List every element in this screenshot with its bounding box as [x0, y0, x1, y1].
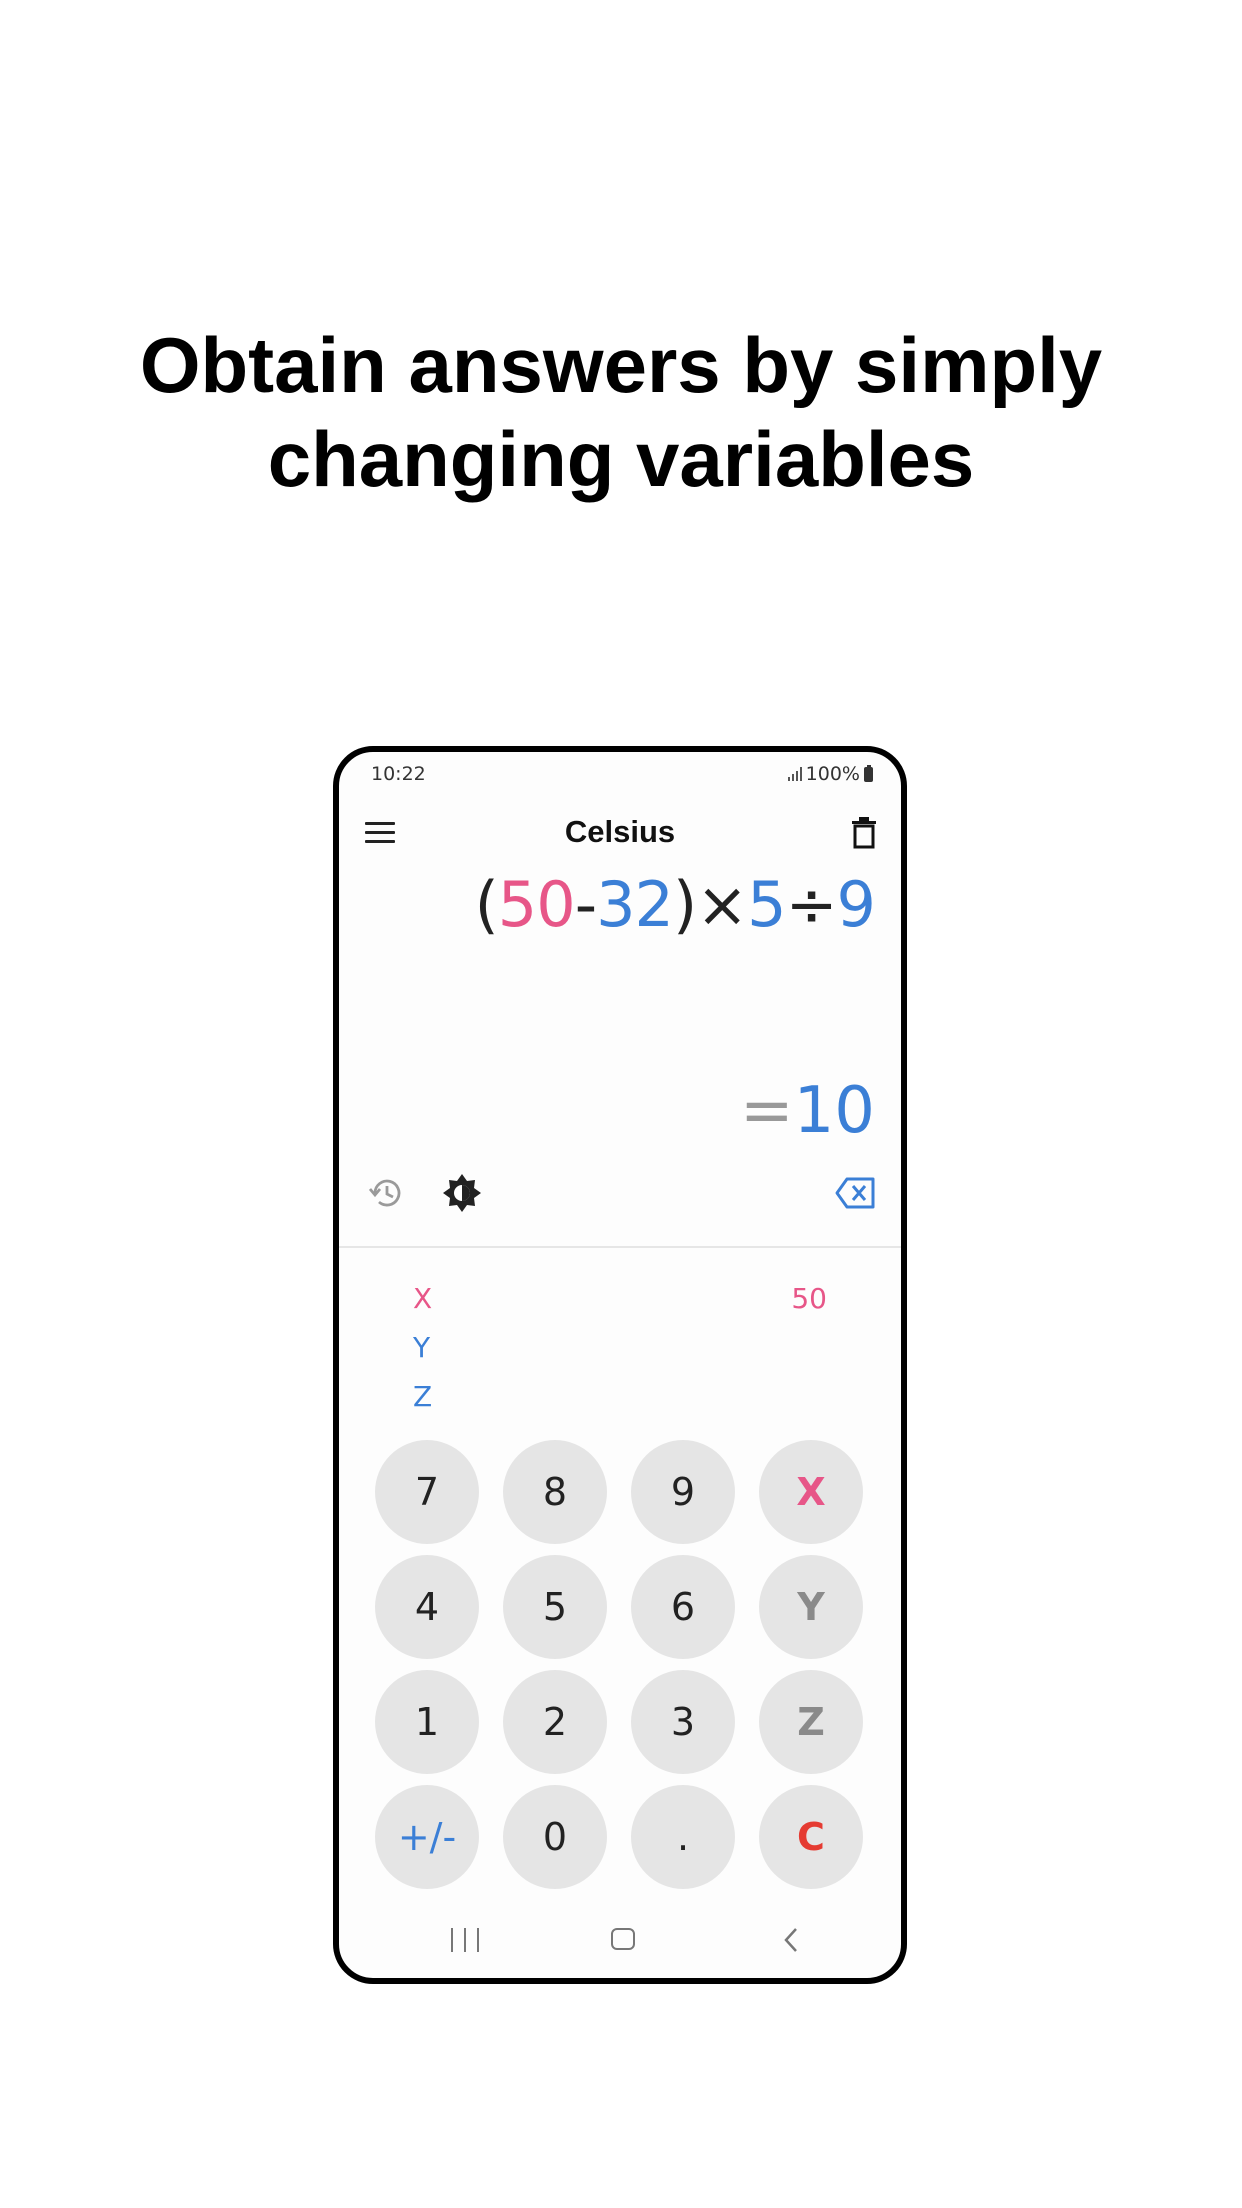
- app-bar: Celsius: [339, 808, 901, 856]
- key-1[interactable]: 1: [375, 1670, 479, 1774]
- expression-token: ): [672, 868, 697, 941]
- key-9[interactable]: 9: [631, 1440, 735, 1544]
- expression-token: ÷: [785, 868, 838, 941]
- variable-row-y[interactable]: Y: [339, 1323, 901, 1372]
- key-decimal[interactable]: .: [631, 1785, 735, 1889]
- expression-token: (: [474, 868, 499, 941]
- variable-name: X: [413, 1282, 433, 1315]
- home-icon[interactable]: [611, 1928, 635, 1950]
- status-bar: 10:22 100%: [339, 752, 901, 788]
- variable-value: 50: [791, 1282, 827, 1315]
- key-2[interactable]: 2: [503, 1670, 607, 1774]
- result-value: 10: [793, 1074, 875, 1148]
- headline: Obtain answers by simply changing variab…: [0, 318, 1242, 506]
- expression-token: 5: [747, 868, 786, 941]
- key-0[interactable]: 0: [503, 1785, 607, 1889]
- battery-icon: [864, 764, 873, 782]
- phone-frame: 10:22 100% Celsius (50-32)×5÷9 =10 X 50 …: [333, 746, 907, 1984]
- brightness-icon[interactable]: [441, 1172, 483, 1214]
- status-time: 10:22: [371, 763, 426, 785]
- status-right: 100%: [787, 763, 873, 785]
- key-c[interactable]: C: [759, 1785, 863, 1889]
- expression-token: 50: [497, 868, 576, 941]
- expression-display[interactable]: (50-32)×5÷9: [474, 868, 876, 941]
- trash-icon[interactable]: [849, 816, 879, 850]
- battery-percent: 100%: [805, 763, 860, 785]
- key-plus-minus[interactable]: +/-: [375, 1785, 479, 1889]
- expression-token: 9: [836, 868, 876, 941]
- variable-name: Y: [413, 1331, 431, 1364]
- tool-row: [339, 1172, 901, 1216]
- divider: [339, 1246, 901, 1248]
- result-display: =10: [740, 1074, 875, 1148]
- variable-row-x[interactable]: X 50: [339, 1274, 901, 1323]
- key-z[interactable]: Z: [759, 1670, 863, 1774]
- page-title: Celsius: [564, 814, 676, 849]
- expression-token: ×: [696, 868, 748, 941]
- headline-line-2: changing variables: [267, 415, 975, 503]
- key-6[interactable]: 6: [631, 1555, 735, 1659]
- variable-name: Z: [413, 1380, 433, 1413]
- key-5[interactable]: 5: [503, 1555, 607, 1659]
- variables-list: X 50 Y Z: [339, 1274, 901, 1421]
- headline-line-1: Obtain answers by simply: [139, 321, 1103, 409]
- backspace-icon[interactable]: [835, 1176, 877, 1210]
- navigation-bar: [339, 1920, 901, 1960]
- equals-sign: =: [739, 1074, 794, 1148]
- key-7[interactable]: 7: [375, 1440, 479, 1544]
- recent-apps-icon[interactable]: [451, 1928, 479, 1952]
- key-4[interactable]: 4: [375, 1555, 479, 1659]
- key-8[interactable]: 8: [503, 1440, 607, 1544]
- key-y[interactable]: Y: [759, 1555, 863, 1659]
- expression-token: -: [574, 868, 597, 941]
- key-3[interactable]: 3: [631, 1670, 735, 1774]
- variable-row-z[interactable]: Z: [339, 1372, 901, 1421]
- key-x[interactable]: X: [759, 1440, 863, 1544]
- signal-icon: [787, 767, 802, 781]
- history-icon[interactable]: [367, 1174, 405, 1212]
- expression-token: 32: [596, 868, 674, 941]
- back-icon[interactable]: [779, 1926, 803, 1954]
